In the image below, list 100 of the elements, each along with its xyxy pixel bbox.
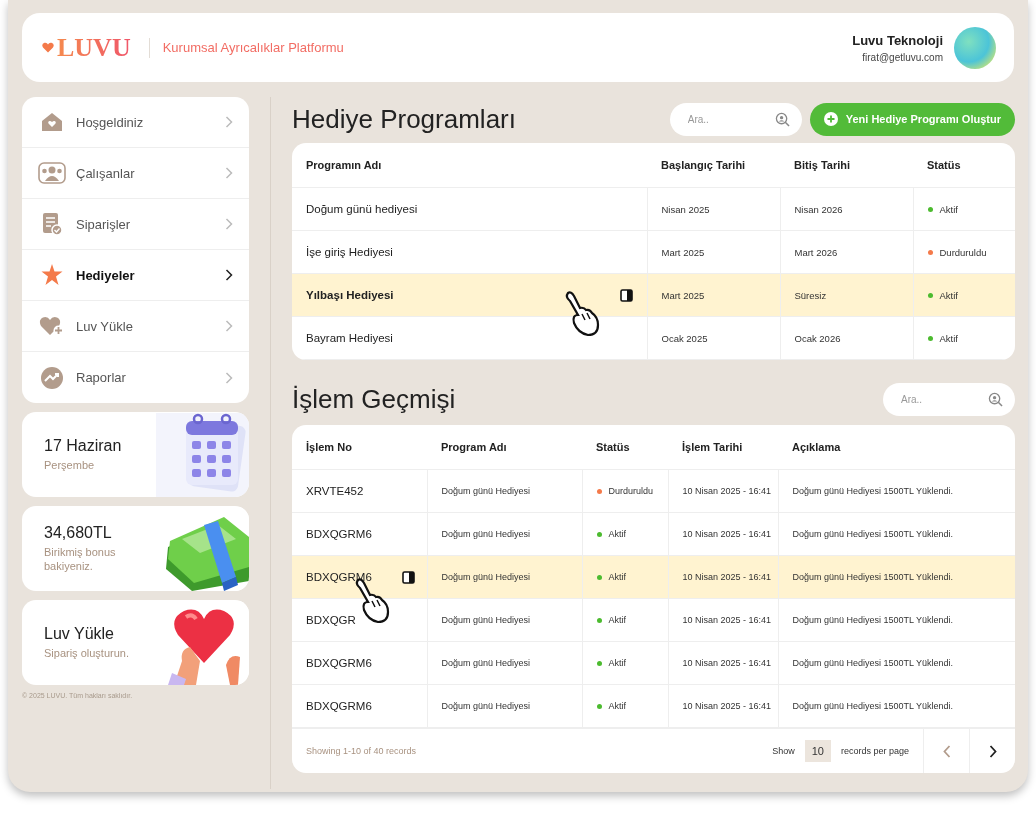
table-cell: Durduruldu <box>939 246 987 258</box>
table-cell: Doğum günü Hediyesi <box>441 658 531 668</box>
table-cell: XRVTE452 <box>306 485 364 497</box>
table-cell: İşe giriş Hediyesi <box>306 246 393 258</box>
table-row[interactable]: BDXQGRM6 Doğum günü Hediyesi Aktif 10 Nisan 2025 - 16:41 Doğum günü Hediyesi 1500TL Yüklendi. <box>292 641 1015 685</box>
card-subtitle: Sipariş oluşturun. <box>44 646 130 661</box>
search-icon[interactable] <box>988 391 1003 407</box>
table-cell: Doğum günü Hediyesi 1500TL Yüklendi. <box>792 529 954 539</box>
table-cell: Aktif <box>608 529 626 539</box>
sidebar-item[interactable]: Hoşgeldiniz <box>22 97 249 148</box>
table-cell: Doğum günü Hediyesi 1500TL Yüklendi. <box>792 486 954 496</box>
table-row[interactable]: BDXQGRM6 Doğum günü Hediyesi Aktif 10 Nisan 2025 - 16:41 Doğum günü Hediyesi 1500TL Yüklendi. <box>292 512 1015 556</box>
card-title: Luv Yükle <box>44 624 115 643</box>
people-icon <box>38 162 66 184</box>
sidebar-item[interactable]: Siparişler <box>22 199 249 250</box>
table-row[interactable]: BDXQGRM6 Doğum günü Hediyesi Aktif 10 Nisan 2025 - 16:41 Doğum günü Hediyesi 1500TL Yüklendi. <box>292 684 1015 728</box>
table-cell: Mart 2026 <box>794 246 838 258</box>
table-cell: Durduruldu <box>608 486 654 496</box>
show-label: Show <box>772 746 795 756</box>
column-header: Program Adı <box>427 425 582 470</box>
page-size-select[interactable]: 10 <box>804 740 831 762</box>
records-summary: Showing 1-10 of 40 records <box>305 746 418 756</box>
table-cell: Aktif <box>608 572 626 582</box>
heart-plus-icon <box>39 315 65 337</box>
sidebar-label: Hoşgeldiniz <box>76 114 145 130</box>
section-title: İşlem Geçmişi <box>292 383 457 415</box>
sidebar-label: Hediyeler <box>76 267 136 283</box>
card-subtitle: Birikmiş bonus bakiyeniz. <box>44 545 117 574</box>
company-name: Luvu Teknoloji <box>852 32 943 48</box>
info-card[interactable]: 17 Haziran Perşembe <box>22 412 249 497</box>
search-input[interactable]: Ara.. <box>685 112 771 126</box>
table-cell: Aktif <box>939 332 958 344</box>
chevron-right-icon <box>225 167 233 179</box>
side-panel-icon[interactable] <box>401 571 415 584</box>
sidebar-label: Çalışanlar <box>76 165 136 181</box>
search-field[interactable]: Ara.. <box>883 382 1015 416</box>
chevron-right-icon <box>225 320 233 332</box>
column-header: Statüs <box>582 425 668 470</box>
table-cell: BDXQGRM6 <box>306 657 372 669</box>
search-field[interactable]: Ara.. <box>669 102 802 136</box>
sidebar-item[interactable]: Hediyeler <box>22 250 249 301</box>
table-row[interactable]: İşe giriş Hediyesi Mart 2025 Mart 2026 Durduruldu <box>292 230 1015 274</box>
table-row[interactable]: BDXQGRM6 Doğum günü Hediyesi Aktif 10 Nisan 2025 - 16:41 Doğum günü Hediyesi 1500TL Yüklendi. <box>292 555 1015 599</box>
table-row[interactable]: Bayram Hediyesi Ocak 2025 Ocak 2026 Aktif <box>292 316 1015 360</box>
table-cell: 10 Nisan 2025 - 16:41 <box>682 486 772 496</box>
table-cell: BDXQGR <box>306 614 356 626</box>
table-cell: Doğum günü Hediyesi 1500TL Yüklendi. <box>792 615 954 625</box>
column-header: Statüs <box>913 143 1015 188</box>
sidebar-label: Raporlar <box>76 370 127 385</box>
table-row[interactable]: Yılbaşı Hediyesi Mart 2025 Süresiz Aktif <box>292 273 1015 317</box>
table-cell: BDXQGRM6 <box>306 528 372 540</box>
star-icon <box>40 263 64 287</box>
table-cell: Mart 2025 <box>661 246 705 258</box>
chevron-right-icon <box>225 218 233 230</box>
table-cell: Doğum günü Hediyesi <box>441 701 531 711</box>
chevron-left-icon <box>942 744 951 758</box>
table-cell: Doğum günü Hediyesi <box>441 615 531 625</box>
table-row[interactable]: XRVTE452 Doğum günü Hediyesi Durduruldu 10 Nisan 2025 - 16:41 Doğum günü Hediyesi 1500TL Yüklendi. <box>292 469 1015 513</box>
table-cell: 10 Nisan 2025 - 16:41 <box>682 615 772 625</box>
sidebar-item[interactable]: Luv Yükle <box>22 301 249 352</box>
sidebar-item[interactable]: Raporlar <box>22 352 249 403</box>
table-cell: BDXQGRM6 <box>306 700 372 712</box>
table-cell: Mart 2025 <box>661 289 705 301</box>
chevron-right-icon <box>988 744 997 758</box>
chevron-right-icon <box>225 371 233 384</box>
sidebar-item[interactable]: Çalışanlar <box>22 148 249 199</box>
table-cell: Aktif <box>939 203 958 215</box>
table-cell: Aktif <box>939 289 958 301</box>
sidebar-label: Luv Yükle <box>76 318 134 334</box>
table-cell: Ocak 2025 <box>661 332 708 344</box>
search-input[interactable]: Ara.. <box>899 392 984 406</box>
per-page-label: records per page <box>840 746 909 756</box>
avatar[interactable] <box>954 26 996 69</box>
card-title: 17 Haziran <box>44 436 123 455</box>
table-cell: Süresiz <box>794 289 827 301</box>
info-card[interactable]: 34,680TL Birikmiş bonus bakiyeniz. <box>22 506 249 591</box>
column-header: Programın Adı <box>292 143 647 188</box>
document-check-icon <box>41 212 63 236</box>
table-cell: 10 Nisan 2025 - 16:41 <box>682 572 772 582</box>
user-email: firat@getluvu.com <box>862 51 943 63</box>
table-cell: Aktif <box>608 615 626 625</box>
table-cell: Doğum günü Hediyesi 1500TL Yüklendi. <box>792 701 954 711</box>
table-cell: Aktif <box>608 701 626 711</box>
table-cell: 10 Nisan 2025 - 16:41 <box>682 529 772 539</box>
table-row[interactable]: Doğum günü hediyesi Nisan 2025 Nisan 2026 Aktif <box>292 187 1015 231</box>
search-icon[interactable] <box>774 111 790 127</box>
trend-chart-icon <box>40 365 64 390</box>
table-cell: Doğum günü Hediyesi <box>441 572 531 582</box>
info-card[interactable]: Luv Yükle Sipariş oluşturun. <box>22 600 249 685</box>
table-row[interactable]: BDXQGR Doğum günü Hediyesi Aktif 10 Nisan 2025 - 16:41 Doğum günü Hediyesi 1500TL Yüklendi. <box>292 598 1015 642</box>
tagline: Kurumsal Ayrıcalıklar Platformu <box>162 40 344 55</box>
side-panel-icon[interactable] <box>619 289 633 302</box>
chevron-right-icon <box>225 269 233 281</box>
column-header: Başlangıç Tarihi <box>647 143 780 188</box>
table-cell: Nisan 2026 <box>794 203 843 215</box>
page-title: Hediye Programları <box>292 103 517 135</box>
column-header: İşlem No <box>292 425 427 470</box>
table-cell: Aktif <box>608 658 626 668</box>
house-icon <box>40 111 64 133</box>
table-cell: Doğum günü Hediyesi 1500TL Yüklendi. <box>792 572 954 582</box>
